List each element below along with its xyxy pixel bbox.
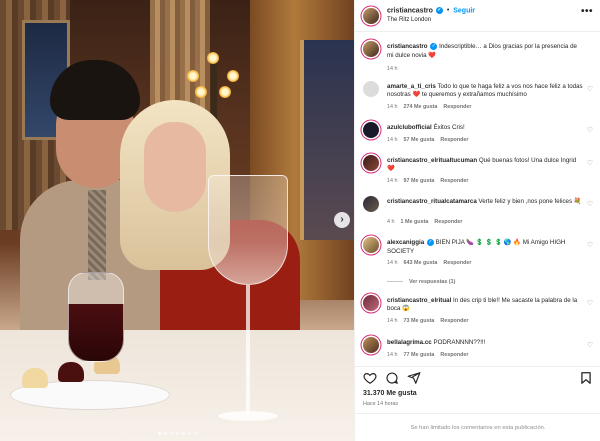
verified-badge-icon: ✓ <box>430 43 438 50</box>
heart-icon[interactable]: ♡ <box>587 341 593 349</box>
chevron-right-icon[interactable]: › <box>334 212 350 228</box>
post-side-panel: cristiancastro ✓ • Seguir The Ritz Londo… <box>354 0 600 441</box>
reply-button[interactable]: Responder <box>440 352 468 358</box>
wine-glass <box>208 175 288 441</box>
reply-button[interactable]: Responder <box>440 318 468 324</box>
comment-username[interactable]: amarte_a_ti_cris <box>387 83 436 90</box>
dessert <box>22 368 48 388</box>
comment-meta: 14 h 97 Me gusta Responder <box>387 178 469 184</box>
avatar[interactable] <box>363 196 379 212</box>
username-link[interactable]: cristiancastro <box>387 7 433 14</box>
action-bar <box>355 366 600 388</box>
heart-icon[interactable]: ♡ <box>587 159 593 167</box>
avatar[interactable] <box>363 237 379 253</box>
comment-username[interactable]: cristiancastro_elritualtucuman <box>387 157 477 164</box>
reply-button[interactable]: Responder <box>443 104 471 110</box>
heart-icon[interactable]: ♡ <box>587 85 593 93</box>
more-options-icon[interactable]: ••• <box>581 7 593 17</box>
comment-username[interactable]: alexcaniggia <box>387 239 424 246</box>
comment-text: cristiancastro ✓ Indescriptible… a Dios … <box>387 43 577 59</box>
comment-username[interactable]: bellalagrima.cc <box>387 339 432 346</box>
reply-button[interactable]: Responder <box>443 260 471 266</box>
avatar[interactable] <box>363 155 379 171</box>
comment-text: alexcaniggia ✓ BIEN PIJA 🍆 💲 💲 💲 🌎 🔥 Mi … <box>387 239 566 255</box>
comment-username[interactable]: cristiancastro <box>387 43 428 50</box>
comment-text: bellalagrima.cc PODRANNNN??!!! <box>387 339 486 346</box>
comment-meta: 14 h <box>387 66 398 72</box>
comment-icon[interactable] <box>385 371 399 385</box>
wine-carafe <box>68 272 124 362</box>
comment-text: cristiancastro_ritualcatamarca Verte fel… <box>387 198 582 205</box>
post-author: cristiancastro ✓ • Seguir <box>387 7 475 14</box>
post-media[interactable]: › <box>0 0 354 441</box>
share-icon[interactable] <box>407 371 421 385</box>
avatar[interactable] <box>363 41 379 57</box>
comment-meta: 4 h1 Me gusta Responder <box>387 219 463 225</box>
comment-likes[interactable]: 77 Me gusta <box>404 352 435 358</box>
reply-button[interactable]: Responder <box>434 219 462 225</box>
carousel-dots <box>0 432 354 435</box>
heart-icon[interactable]: ♡ <box>587 241 593 249</box>
heart-icon[interactable]: ♡ <box>587 299 593 307</box>
location-link[interactable]: The Ritz London <box>387 17 431 23</box>
dessert <box>58 362 84 382</box>
verified-badge-icon: ✓ <box>426 239 434 246</box>
comment-text: amarte_a_ti_cris Todo lo que te haga fel… <box>387 83 583 99</box>
comment-likes[interactable]: 1 Me gusta <box>401 219 429 225</box>
comment-likes[interactable]: 643 Me gusta <box>404 260 438 266</box>
comment-text: cristiancastro_elritualtucuman Qué buena… <box>387 157 577 173</box>
comments-list[interactable]: cristiancastro ✓ Indescriptible… a Dios … <box>355 33 600 363</box>
avatar[interactable] <box>363 337 379 353</box>
heart-icon[interactable] <box>363 371 377 385</box>
comment-meta: 14 h 73 Me gusta Responder <box>387 318 469 324</box>
post-timestamp[interactable]: Hace 14 horas <box>363 401 398 407</box>
avatar[interactable] <box>363 81 379 97</box>
heart-icon[interactable]: ♡ <box>587 200 593 208</box>
comment-meta: 14 h 77 Me gusta Responder <box>387 352 469 358</box>
follow-button[interactable]: Seguir <box>453 7 475 14</box>
comment-likes[interactable]: 73 Me gusta <box>404 318 435 324</box>
comment-likes[interactable]: 274 Me gusta <box>404 104 438 110</box>
comments-limited-note: Se han limitado los comentarios en esta … <box>355 413 600 441</box>
comment-meta: 14 h 57 Me gusta Responder <box>387 137 469 143</box>
bookmark-icon[interactable] <box>579 371 593 385</box>
reply-button[interactable]: Responder <box>440 178 468 184</box>
comment-username[interactable]: azulclubofficial <box>387 124 432 131</box>
comment-text: cristiancastro_elritual In des crip ti b… <box>387 297 578 313</box>
comment-likes[interactable]: 97 Me gusta <box>404 178 435 184</box>
comment-text: azulclubofficial Éxitos Cris! <box>387 124 465 131</box>
avatar[interactable] <box>363 295 379 311</box>
separator-dot: • <box>446 7 450 15</box>
comment-meta: 14 h 643 Me gusta Responder <box>387 260 472 266</box>
heart-icon[interactable]: ♡ <box>587 126 593 134</box>
verified-badge-icon: ✓ <box>435 7 443 14</box>
reply-button[interactable]: Responder <box>440 137 468 143</box>
background-window-right <box>300 40 354 240</box>
likes-count[interactable]: 31.370 Me gusta <box>363 390 417 397</box>
comment-meta: 14 h 274 Me gusta Responder <box>387 104 472 110</box>
avatar[interactable] <box>363 122 379 138</box>
comment-likes[interactable]: 57 Me gusta <box>404 137 435 143</box>
post-header: cristiancastro ✓ • Seguir The Ritz Londo… <box>355 0 600 32</box>
comment-username[interactable]: cristiancastro_ritualcatamarca <box>387 198 477 205</box>
avatar[interactable] <box>363 8 379 24</box>
comment-username[interactable]: cristiancastro_elritual <box>387 297 451 304</box>
view-replies-button[interactable]: Ver respuestas (1) <box>387 279 455 285</box>
